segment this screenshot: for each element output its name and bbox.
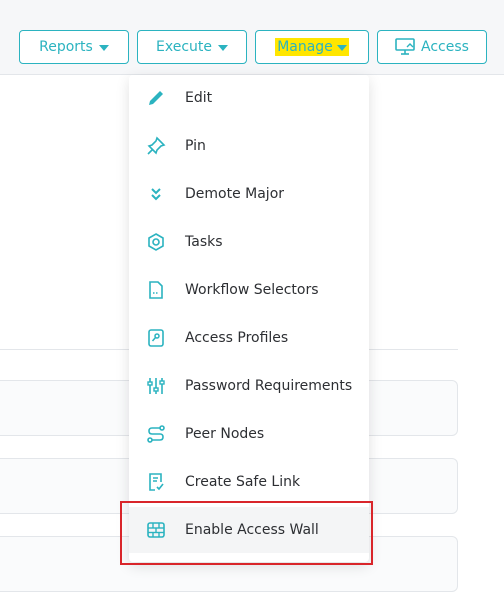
execute-button[interactable]: Execute bbox=[137, 30, 247, 64]
menu-item-label: Create Safe Link bbox=[185, 474, 301, 490]
toolbar: Reports Execute Manage Access bbox=[0, 0, 504, 74]
reports-button[interactable]: Reports bbox=[19, 30, 129, 64]
manage-dropdown-menu: Edit Pin Demote Major Tasks Workflow Sel… bbox=[129, 75, 369, 562]
menu-item-peer-nodes[interactable]: Peer Nodes bbox=[129, 411, 369, 457]
route-icon bbox=[146, 424, 166, 444]
menu-item-label: Demote Major bbox=[185, 186, 285, 202]
key-card-icon bbox=[146, 328, 166, 348]
manage-highlight: Manage bbox=[275, 38, 349, 56]
caret-down-icon bbox=[218, 45, 228, 51]
menu-item-create-safe-link[interactable]: Create Safe Link bbox=[129, 459, 369, 505]
menu-item-workflow-selectors[interactable]: Workflow Selectors bbox=[129, 267, 369, 313]
double-chevron-down-icon bbox=[146, 184, 166, 204]
hexagon-icon bbox=[146, 232, 166, 252]
access-button[interactable]: Access bbox=[377, 30, 487, 64]
monitor-upload-icon bbox=[395, 38, 415, 55]
caret-down-icon bbox=[98, 45, 109, 51]
menu-item-edit[interactable]: Edit bbox=[129, 75, 369, 121]
menu-item-label: Access Profiles bbox=[185, 330, 289, 346]
menu-item-label: Password Requirements bbox=[185, 378, 353, 394]
menu-item-password-requirements[interactable]: Password Requirements bbox=[129, 363, 369, 409]
menu-item-tasks[interactable]: Tasks bbox=[129, 219, 369, 265]
menu-item-label: Pin bbox=[185, 138, 206, 154]
menu-item-label: Tasks bbox=[185, 234, 223, 250]
reports-label: Reports bbox=[39, 39, 93, 55]
sliders-icon bbox=[146, 376, 166, 396]
menu-item-label: Workflow Selectors bbox=[185, 282, 319, 298]
document-icon bbox=[146, 280, 166, 300]
menu-item-pin[interactable]: Pin bbox=[129, 123, 369, 169]
access-label: Access bbox=[421, 39, 469, 55]
menu-item-label: Peer Nodes bbox=[185, 426, 265, 442]
document-check-icon bbox=[146, 472, 166, 492]
highlight-callout-box bbox=[120, 501, 373, 565]
menu-item-label: Edit bbox=[185, 90, 213, 106]
pin-icon bbox=[146, 136, 166, 156]
execute-label: Execute bbox=[156, 39, 212, 55]
pencil-icon bbox=[146, 88, 166, 108]
caret-down-icon bbox=[336, 45, 347, 51]
manage-button[interactable]: Manage bbox=[255, 30, 369, 64]
menu-item-demote-major[interactable]: Demote Major bbox=[129, 171, 369, 217]
manage-label: Manage bbox=[277, 39, 333, 55]
menu-item-access-profiles[interactable]: Access Profiles bbox=[129, 315, 369, 361]
